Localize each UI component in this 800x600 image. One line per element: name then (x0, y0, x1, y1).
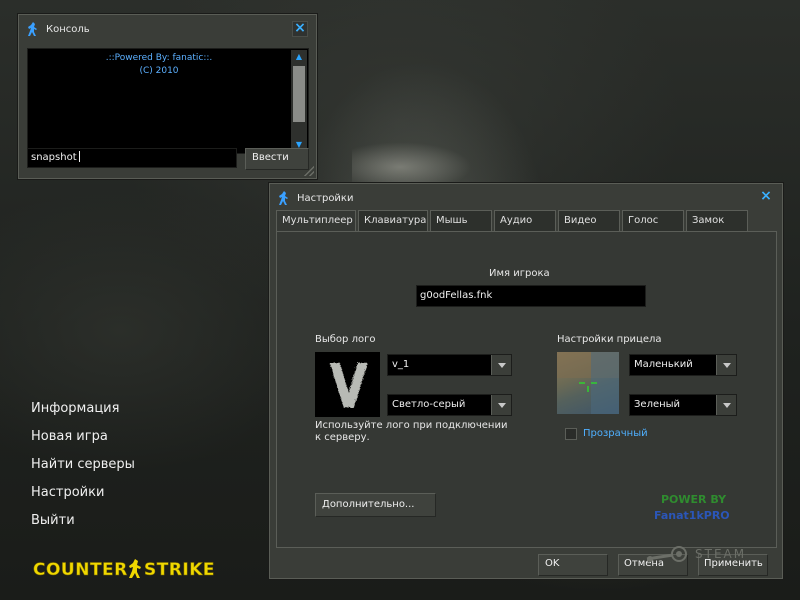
power-by-text: POWER BY (661, 493, 727, 506)
close-icon[interactable]: × (758, 189, 774, 206)
author-text: Fanat1kPRO (654, 509, 730, 522)
multiplayer-panel: Имя игрока g0odFellas.fnk Выбор лого v_1… (276, 231, 777, 548)
transparent-checkbox[interactable] (565, 428, 577, 440)
crosshair-section-label: Настройки прицела (557, 334, 662, 345)
tab-keyboard[interactable]: Клавиатура (358, 210, 428, 232)
console-scrollbar[interactable]: ▲ ▼ (291, 50, 307, 152)
crosshair-icon (557, 352, 619, 414)
menu-item-exit[interactable]: Выйти (31, 513, 135, 541)
tab-video[interactable]: Видео (558, 210, 620, 232)
settings-title: Настройки (297, 192, 354, 204)
player-name-label: Имя игрока (489, 268, 550, 279)
close-icon[interactable]: × (292, 21, 308, 37)
chevron-down-icon[interactable] (716, 395, 736, 415)
advanced-button[interactable]: Дополнительно... (315, 493, 436, 517)
tab-mouse[interactable]: Мышь (430, 210, 492, 232)
svg-text:STRIKE: STRIKE (144, 560, 215, 580)
console-line: .::Powered By: fanatic::. (105, 53, 213, 63)
counter-terrorist-icon (276, 190, 292, 206)
player-name-input[interactable]: g0odFellas.fnk (416, 285, 646, 307)
steam-text: STEAM (695, 547, 747, 561)
settings-title-bar[interactable]: Настройки × (270, 184, 782, 212)
text-caret (78, 151, 80, 162)
crosshair-preview (557, 352, 619, 414)
steam-logo: STEAM (645, 545, 746, 563)
logo-section-label: Выбор лого (315, 334, 376, 345)
console-input-value: snapshot (31, 152, 77, 163)
menu-item-settings[interactable]: Настройки (31, 485, 135, 513)
transparent-label[interactable]: Прозрачный (583, 428, 648, 439)
logo-select-value: v_1 (392, 359, 410, 370)
crosshair-size-select[interactable]: Маленький (629, 354, 737, 376)
console-title: Консоль (46, 23, 90, 35)
console-output[interactable]: .::Powered By: fanatic::. (C) 2010 ▲ ▼ (27, 48, 309, 154)
console-title-bar[interactable]: Консоль × (19, 15, 316, 43)
counter-terrorist-icon (25, 21, 41, 37)
menu-item-info[interactable]: Информация (31, 401, 135, 429)
console-output-text: .::Powered By: fanatic::. (C) 2010 (28, 52, 290, 78)
tab-audio[interactable]: Аудио (494, 210, 556, 232)
crosshair-color-value: Зеленый (634, 399, 681, 410)
counter-strike-logo: COUNTER STRIKE (33, 556, 243, 585)
logo-color-select[interactable]: Светло-серый (387, 394, 512, 416)
logo-color-value: Светло-серый (392, 399, 466, 410)
chevron-down-icon[interactable] (716, 355, 736, 375)
chevron-down-icon[interactable] (491, 395, 511, 415)
console-window[interactable]: Консоль × .::Powered By: fanatic::. (C) … (18, 14, 317, 179)
spray-logo-image (329, 362, 367, 407)
main-menu: Информация Новая игра Найти серверы Наст… (31, 401, 135, 541)
tab-lock[interactable]: Замок (686, 210, 748, 232)
crosshair-color-select[interactable]: Зеленый (629, 394, 737, 416)
crosshair-size-value: Маленький (634, 359, 693, 370)
settings-window[interactable]: Настройки × Мультиплеер Клавиатура Мышь … (269, 183, 783, 579)
scroll-thumb[interactable] (293, 66, 305, 122)
console-input[interactable]: snapshot (27, 148, 237, 168)
menu-item-new-game[interactable]: Новая игра (31, 429, 135, 457)
menu-item-find-servers[interactable]: Найти серверы (31, 457, 135, 485)
logo-select[interactable]: v_1 (387, 354, 512, 376)
steam-icon (646, 546, 687, 562)
settings-tabs: Мультиплеер Клавиатура Мышь Аудио Видео … (276, 210, 750, 233)
ok-button[interactable]: OK (538, 554, 608, 576)
tab-multiplayer[interactable]: Мультиплеер (276, 210, 356, 233)
scroll-up-icon[interactable]: ▲ (291, 50, 307, 64)
submit-button[interactable]: Ввести (245, 148, 309, 170)
svg-text:COUNTER: COUNTER (33, 560, 128, 580)
console-line: (C) 2010 (139, 66, 179, 76)
logo-preview (315, 352, 380, 417)
resize-grip-icon[interactable] (304, 166, 314, 176)
chevron-down-icon[interactable] (491, 355, 511, 375)
tab-voice[interactable]: Голос (622, 210, 684, 232)
logo-hint: Используйте лого при подключении к серве… (315, 420, 508, 443)
